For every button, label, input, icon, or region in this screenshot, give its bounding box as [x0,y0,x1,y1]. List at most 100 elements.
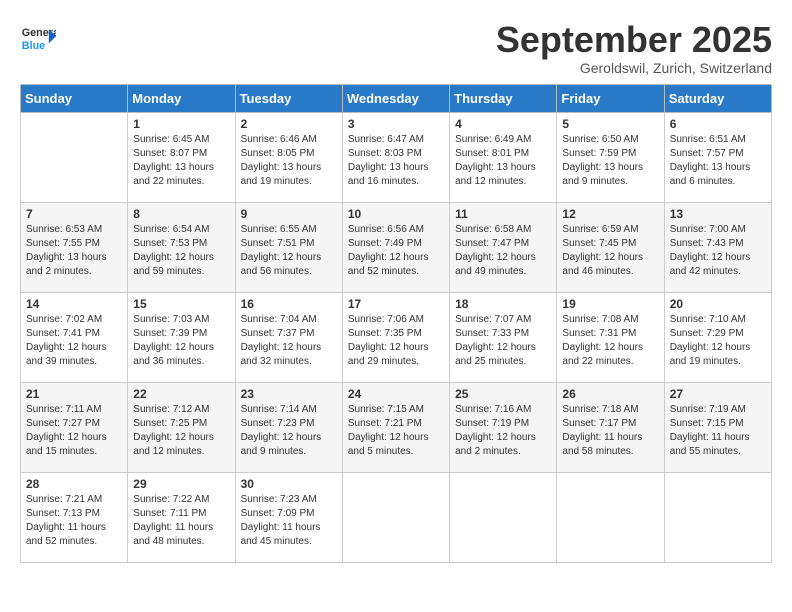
cell-info: Sunrise: 7:11 AMSunset: 7:27 PMDaylight:… [26,403,122,459]
month-title: September 2025 [496,20,772,60]
cell-info: Sunrise: 6:49 AMSunset: 8:01 PMDaylight:… [455,133,551,189]
cell-info: Sunrise: 6:51 AMSunset: 7:57 PMDaylight:… [670,133,766,189]
day-number: 13 [670,207,766,221]
svg-text:Blue: Blue [22,40,45,52]
calendar-week-row: 28Sunrise: 7:21 AMSunset: 7:13 PMDayligh… [21,472,772,562]
calendar-cell [450,472,557,562]
calendar-cell [342,472,449,562]
day-number: 5 [562,117,658,131]
day-number: 22 [133,387,229,401]
weekday-header-monday: Monday [128,84,235,112]
day-number: 11 [455,207,551,221]
calendar-cell: 16 Sunrise: 7:04 AMSunset: 7:37 PMDayligh… [235,292,342,382]
day-number: 12 [562,207,658,221]
cell-info: Sunrise: 7:16 AMSunset: 7:19 PMDaylight:… [455,403,551,459]
day-number: 7 [26,207,122,221]
calendar-table: SundayMondayTuesdayWednesdayThursdayFrid… [20,84,772,563]
cell-info: Sunrise: 6:54 AMSunset: 7:53 PMDaylight:… [133,223,229,279]
weekday-header-saturday: Saturday [664,84,771,112]
location-subtitle: Geroldswil, Zurich, Switzerland [496,60,772,76]
calendar-cell: 17 Sunrise: 7:06 AMSunset: 7:35 PMDayligh… [342,292,449,382]
day-number: 10 [348,207,444,221]
cell-info: Sunrise: 6:56 AMSunset: 7:49 PMDaylight:… [348,223,444,279]
calendar-cell: 18Sunrise: 7:07 AMSunset: 7:33 PMDayligh… [450,292,557,382]
day-number: 3 [348,117,444,131]
day-number: 25 [455,387,551,401]
calendar-cell: 15Sunrise: 7:03 AMSunset: 7:39 PMDayligh… [128,292,235,382]
cell-info: Sunrise: 6:55 AMSunset: 7:51 PMDaylight:… [241,223,337,279]
day-number: 24 [348,387,444,401]
calendar-week-row: 14 Sunrise: 7:02 AMSunset: 7:41 PMDayligh… [21,292,772,382]
day-number: 14 [26,297,122,311]
day-number: 26 [562,387,658,401]
cell-info: Sunrise: 7:19 AMSunset: 7:15 PMDaylight:… [670,403,766,459]
cell-info: Sunrise: 7:08 AMSunset: 7:31 PMDaylight:… [562,313,658,369]
cell-info: Sunrise: 7:22 AMSunset: 7:11 PMDaylight:… [133,493,229,549]
calendar-cell: 8 Sunrise: 6:54 AMSunset: 7:53 PMDaylight… [128,202,235,292]
day-number: 20 [670,297,766,311]
title-block: September 2025 Geroldswil, Zurich, Switz… [496,20,772,76]
calendar-cell: 14 Sunrise: 7:02 AMSunset: 7:41 PMDayligh… [21,292,128,382]
calendar-cell: 22 Sunrise: 7:12 AMSunset: 7:25 PMDayligh… [128,382,235,472]
calendar-cell: 11 Sunrise: 6:58 AMSunset: 7:47 PMDayligh… [450,202,557,292]
weekday-header-sunday: Sunday [21,84,128,112]
cell-info: Sunrise: 7:03 AMSunset: 7:39 PMDaylight:… [133,313,229,369]
cell-info: Sunrise: 7:14 AMSunset: 7:23 PMDaylight:… [241,403,337,459]
cell-info: Sunrise: 6:45 AMSunset: 8:07 PMDaylight:… [133,133,229,189]
cell-info: Sunrise: 6:46 AMSunset: 8:05 PMDaylight:… [241,133,337,189]
calendar-week-row: 21 Sunrise: 7:11 AMSunset: 7:27 PMDayligh… [21,382,772,472]
day-number: 18 [455,297,551,311]
calendar-cell: 25 Sunrise: 7:16 AMSunset: 7:19 PMDayligh… [450,382,557,472]
day-number: 1 [133,117,229,131]
calendar-cell: 3 Sunrise: 6:47 AMSunset: 8:03 PMDaylight… [342,112,449,202]
weekday-header-row: SundayMondayTuesdayWednesdayThursdayFrid… [21,84,772,112]
weekday-header-wednesday: Wednesday [342,84,449,112]
day-number: 21 [26,387,122,401]
calendar-cell: 1 Sunrise: 6:45 AMSunset: 8:07 PMDaylight… [128,112,235,202]
calendar-cell: 13Sunrise: 7:00 AMSunset: 7:43 PMDayligh… [664,202,771,292]
day-number: 27 [670,387,766,401]
cell-info: Sunrise: 7:06 AMSunset: 7:35 PMDaylight:… [348,313,444,369]
calendar-cell: 6 Sunrise: 6:51 AMSunset: 7:57 PMDaylight… [664,112,771,202]
cell-info: Sunrise: 7:02 AMSunset: 7:41 PMDaylight:… [26,313,122,369]
calendar-week-row: 7 Sunrise: 6:53 AMSunset: 7:55 PMDaylight… [21,202,772,292]
page-header: General Blue September 2025 Geroldswil, … [20,20,772,76]
day-number: 23 [241,387,337,401]
day-number: 16 [241,297,337,311]
cell-info: Sunrise: 6:59 AMSunset: 7:45 PMDaylight:… [562,223,658,279]
calendar-cell: 21 Sunrise: 7:11 AMSunset: 7:27 PMDayligh… [21,382,128,472]
logo: General Blue [20,20,56,56]
cell-info: Sunrise: 7:15 AMSunset: 7:21 PMDaylight:… [348,403,444,459]
calendar-cell: 19 Sunrise: 7:08 AMSunset: 7:31 PMDayligh… [557,292,664,382]
day-number: 19 [562,297,658,311]
day-number: 6 [670,117,766,131]
logo-icon: General Blue [20,20,56,56]
calendar-cell: 4Sunrise: 6:49 AMSunset: 8:01 PMDaylight… [450,112,557,202]
calendar-cell: 9 Sunrise: 6:55 AMSunset: 7:51 PMDaylight… [235,202,342,292]
weekday-header-thursday: Thursday [450,84,557,112]
calendar-cell: 20 Sunrise: 7:10 AMSunset: 7:29 PMDayligh… [664,292,771,382]
calendar-cell: 26Sunrise: 7:18 AMSunset: 7:17 PMDayligh… [557,382,664,472]
day-number: 8 [133,207,229,221]
calendar-week-row: 1 Sunrise: 6:45 AMSunset: 8:07 PMDaylight… [21,112,772,202]
day-number: 2 [241,117,337,131]
calendar-cell: 30 Sunrise: 7:23 AMSunset: 7:09 PMDayligh… [235,472,342,562]
weekday-header-tuesday: Tuesday [235,84,342,112]
cell-info: Sunrise: 7:10 AMSunset: 7:29 PMDaylight:… [670,313,766,369]
cell-info: Sunrise: 7:23 AMSunset: 7:09 PMDaylight:… [241,493,337,549]
calendar-cell: 29Sunrise: 7:22 AMSunset: 7:11 PMDayligh… [128,472,235,562]
day-number: 30 [241,477,337,491]
calendar-cell: 23 Sunrise: 7:14 AMSunset: 7:23 PMDayligh… [235,382,342,472]
cell-info: Sunrise: 7:12 AMSunset: 7:25 PMDaylight:… [133,403,229,459]
calendar-cell [21,112,128,202]
cell-info: Sunrise: 6:47 AMSunset: 8:03 PMDaylight:… [348,133,444,189]
cell-info: Sunrise: 6:58 AMSunset: 7:47 PMDaylight:… [455,223,551,279]
calendar-cell: 10 Sunrise: 6:56 AMSunset: 7:49 PMDayligh… [342,202,449,292]
cell-info: Sunrise: 6:53 AMSunset: 7:55 PMDaylight:… [26,223,122,279]
day-number: 17 [348,297,444,311]
weekday-header-friday: Friday [557,84,664,112]
calendar-cell: 5 Sunrise: 6:50 AMSunset: 7:59 PMDaylight… [557,112,664,202]
cell-info: Sunrise: 6:50 AMSunset: 7:59 PMDaylight:… [562,133,658,189]
day-number: 9 [241,207,337,221]
cell-info: Sunrise: 7:04 AMSunset: 7:37 PMDaylight:… [241,313,337,369]
